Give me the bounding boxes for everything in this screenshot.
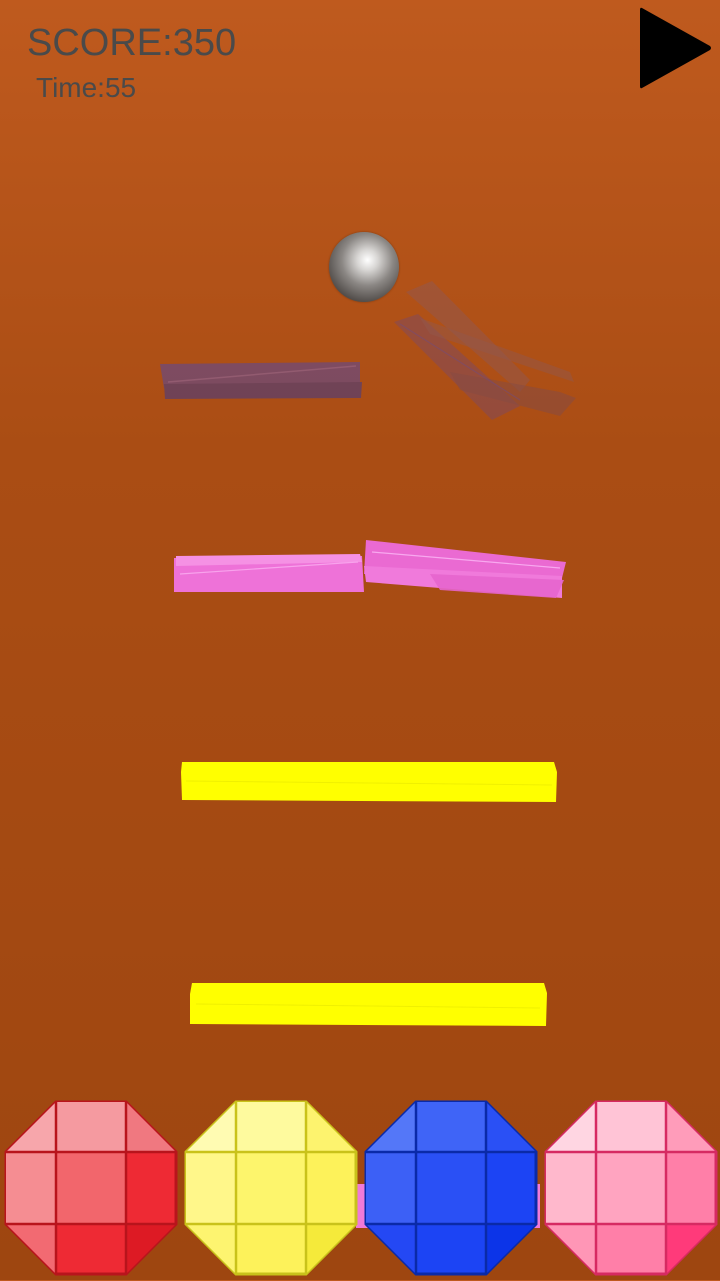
game-scene	[160, 281, 576, 1228]
pink-gem-icon	[544, 1100, 718, 1276]
ball-icon	[329, 232, 399, 302]
yellow-gem-icon	[184, 1100, 358, 1276]
purple-platform	[160, 281, 576, 420]
pink-gem-button[interactable]	[544, 1100, 718, 1276]
red-gem-icon	[4, 1100, 178, 1276]
yellow-gem-button[interactable]	[184, 1100, 358, 1276]
blue-gem-icon	[364, 1100, 538, 1276]
pink-platform	[174, 540, 566, 598]
yellow-platform	[181, 762, 557, 802]
red-gem-button[interactable]	[4, 1100, 178, 1276]
blue-gem-button[interactable]	[364, 1100, 538, 1276]
yellow-platform	[190, 983, 547, 1026]
